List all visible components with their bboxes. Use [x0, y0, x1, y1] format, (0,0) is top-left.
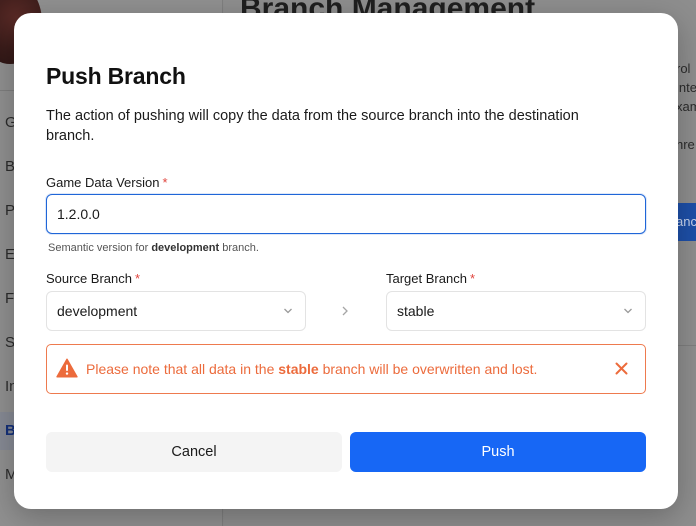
chevron-right-icon	[342, 306, 348, 316]
target-branch-value: stable	[397, 303, 435, 319]
required-mark: *	[162, 175, 168, 190]
version-label: Game Data Version *	[46, 175, 168, 190]
target-branch-label-text: Target Branch	[386, 271, 467, 286]
chevron-down-icon	[284, 308, 292, 314]
dialog-title: Push Branch	[46, 63, 186, 89]
chevron-down-icon	[624, 308, 632, 314]
warning-suffix: branch will be overwritten and lost.	[318, 361, 538, 377]
source-branch-label: Source Branch *	[46, 271, 140, 286]
background-text: hre	[676, 137, 695, 152]
warning-prefix: Please note that all data in the	[86, 361, 279, 377]
overwrite-warning-alert: Please note that all data in the stable …	[46, 344, 646, 394]
hint-suffix: branch.	[219, 242, 259, 254]
game-data-version-input[interactable]	[46, 194, 646, 234]
dialog-description: The action of pushing will copy the data…	[46, 108, 579, 144]
sidebar-item: F	[5, 290, 15, 307]
warning-icon	[56, 358, 78, 378]
source-branch-label-text: Source Branch	[46, 271, 132, 286]
version-label-text: Game Data Version	[46, 175, 160, 190]
close-icon[interactable]	[615, 362, 628, 375]
hint-branch: development	[151, 242, 220, 254]
background-text: inte	[676, 80, 696, 95]
cancel-button[interactable]: Cancel	[46, 432, 342, 472]
hint-prefix: Semantic version for	[48, 242, 152, 254]
required-mark: *	[469, 271, 475, 286]
push-button[interactable]: Push	[350, 432, 646, 472]
target-branch-label: Target Branch *	[386, 271, 475, 286]
version-hint: Semantic version for development branch.	[48, 242, 259, 254]
background-text: rol	[676, 61, 691, 76]
push-branch-dialog: Push Branch The action of pushing will c…	[14, 13, 678, 509]
required-mark: *	[135, 271, 141, 286]
target-branch-select[interactable]: stable	[386, 291, 646, 331]
warning-message: Please note that all data in the stable …	[86, 361, 537, 377]
background-text: xam	[676, 99, 696, 114]
warning-branch: stable	[278, 361, 319, 377]
source-branch-select[interactable]: development	[46, 291, 306, 331]
source-branch-value: development	[57, 303, 138, 319]
